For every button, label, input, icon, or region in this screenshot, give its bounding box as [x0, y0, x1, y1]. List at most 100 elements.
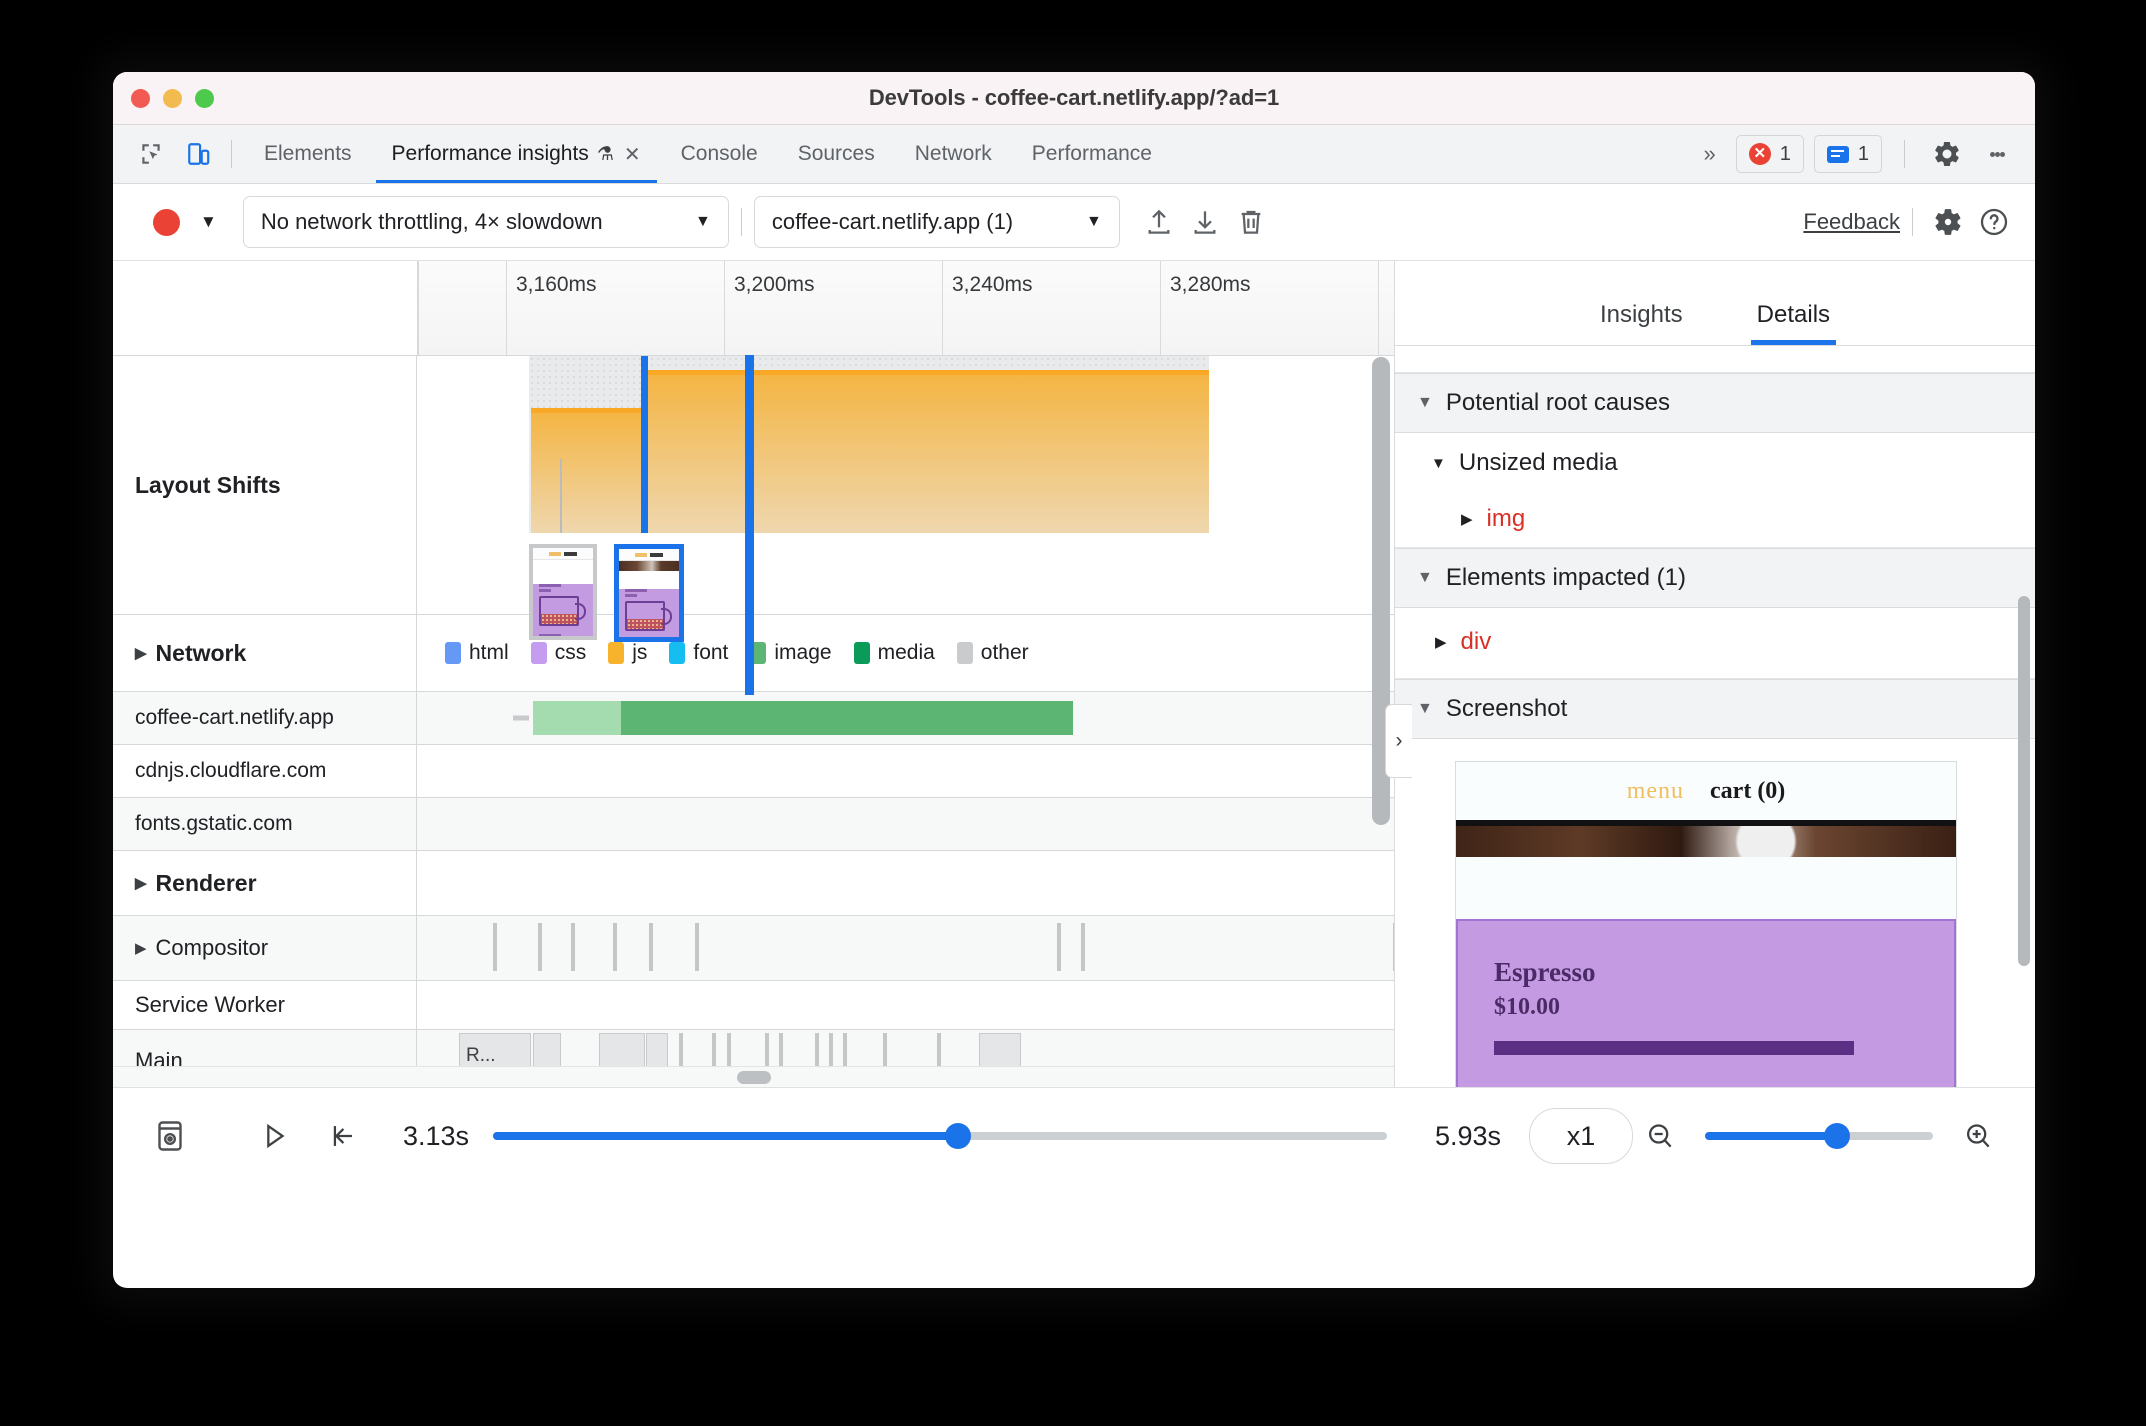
message-count-badge[interactable]: 1 — [1813, 135, 1882, 173]
compositor-event[interactable] — [571, 923, 575, 971]
root-cause-node-img[interactable]: ▶ img — [1395, 493, 2035, 547]
tab-network[interactable]: Network — [895, 125, 1012, 183]
network-request-bar[interactable] — [513, 701, 1073, 735]
root-cause-group-row[interactable]: ▼ Unsized media — [1395, 433, 2035, 493]
track-label-network[interactable]: ▶ Network — [113, 615, 417, 691]
track-lane-compositor[interactable] — [417, 916, 1394, 980]
screenshot-toggle-icon[interactable] — [143, 1109, 197, 1163]
tab-details[interactable]: Details — [1750, 301, 1837, 345]
network-request-row[interactable]: coffee-cart.netlify.app — [113, 692, 1394, 745]
minimize-window-button[interactable] — [163, 89, 182, 108]
section-elements-impacted[interactable]: ▼ Elements impacted (1) — [1395, 548, 2035, 608]
compositor-event[interactable] — [695, 923, 699, 971]
legend-swatch-js — [608, 642, 625, 664]
details-panel-content[interactable]: ▼ Potential root causes ▼ Unsized media … — [1395, 346, 2035, 1087]
network-request-row[interactable]: fonts.gstatic.com — [113, 798, 1394, 851]
sidebar-toggle-button[interactable]: › — [1385, 704, 1412, 778]
layout-shift-bar-1[interactable] — [531, 408, 641, 533]
zoom-in-icon[interactable] — [1951, 1109, 2005, 1163]
preview-product-card: Espresso $10.00 — [1456, 919, 1956, 1087]
jump-to-start-icon[interactable] — [315, 1109, 369, 1163]
chevron-down-icon[interactable]: ▼ — [1417, 569, 1433, 587]
track-label-compositor[interactable]: ▶ Compositor — [113, 916, 417, 980]
chevron-right-icon[interactable]: ▶ — [1435, 633, 1447, 651]
record-button[interactable] — [153, 208, 180, 236]
track-service-worker[interactable]: Service Worker — [113, 981, 1394, 1030]
chevron-right-icon[interactable]: ▶ — [1461, 510, 1473, 528]
tab-elements[interactable]: Elements — [244, 125, 372, 183]
gear-icon[interactable] — [1927, 134, 1967, 174]
tab-insights[interactable]: Insights — [1600, 301, 1683, 345]
track-lane-service-worker[interactable] — [417, 981, 1394, 1029]
tab-performance-insights-label: Performance insights — [391, 142, 589, 165]
timeline-playhead[interactable] — [745, 355, 754, 695]
timeline-vertical-scrollbar[interactable] — [1372, 357, 1390, 857]
network-legend: html css js font image media other — [445, 641, 1029, 665]
track-label-renderer[interactable]: ▶ Renderer — [113, 851, 417, 915]
throttling-select[interactable]: No network throttling, 4× slowdown ▼ — [242, 196, 729, 248]
tab-performance[interactable]: Performance — [1012, 125, 1172, 183]
inspect-element-icon[interactable] — [131, 134, 171, 174]
track-compositor[interactable]: ▶ Compositor — [113, 916, 1394, 981]
timeline-pane[interactable]: 3,160ms 3,200ms 3,240ms 3,280ms Layout S… — [113, 261, 1395, 1087]
trash-icon[interactable] — [1228, 199, 1274, 245]
traffic-light-buttons[interactable] — [131, 89, 214, 108]
breadcrumb-slider-knob[interactable] — [944, 1123, 971, 1149]
maximize-window-button[interactable] — [195, 89, 214, 108]
network-request-row[interactable]: cdnjs.cloudflare.com — [113, 745, 1394, 798]
chevron-down-icon[interactable]: ▼ — [1431, 455, 1446, 472]
impacted-node-tag[interactable]: div — [1461, 628, 1492, 656]
settings-gear-icon[interactable] — [1925, 199, 1971, 245]
chevron-down-icon: ▼ — [1085, 213, 1102, 230]
chevron-down-icon[interactable]: ▼ — [1417, 394, 1433, 412]
compositor-event[interactable] — [613, 923, 617, 971]
section-potential-root-causes[interactable]: ▼ Potential root causes — [1395, 373, 2035, 433]
track-lane-layout-shifts[interactable] — [417, 356, 1394, 642]
play-button[interactable] — [247, 1109, 301, 1163]
chevron-right-icon[interactable]: ▶ — [135, 939, 147, 957]
kebab-menu-icon[interactable] — [1977, 134, 2017, 174]
details-panel-scrollbar[interactable] — [2018, 596, 2030, 966]
screenshot-preview[interactable]: menu cart (0) Espresso $10.00 — [1455, 761, 1957, 1087]
feedback-link[interactable]: Feedback — [1803, 209, 1900, 235]
chevron-down-icon[interactable]: ▼ — [1417, 700, 1433, 718]
track-renderer[interactable]: ▶ Renderer — [113, 851, 1394, 916]
more-tabs-icon[interactable]: » — [1694, 141, 1726, 167]
chevron-right-icon[interactable]: ▶ — [135, 644, 147, 662]
section-screenshot[interactable]: ▼ Screenshot — [1395, 679, 2035, 739]
legend-item-other: other — [956, 641, 1029, 665]
network-request-lane[interactable] — [417, 745, 1394, 797]
timeline-breadcrumb-slider[interactable] — [493, 1123, 1387, 1149]
network-request-lane[interactable] — [417, 798, 1394, 850]
timeline-resize-handle[interactable] — [113, 1066, 1394, 1087]
compositor-event[interactable] — [1081, 923, 1085, 971]
compositor-event[interactable] — [493, 923, 497, 971]
playback-speed-button[interactable]: x1 — [1529, 1108, 1633, 1164]
error-count-badge[interactable]: ✕ 1 — [1735, 135, 1804, 173]
root-cause-node-tag[interactable]: img — [1487, 505, 1526, 533]
impacted-node-div[interactable]: ▶ div — [1395, 608, 2035, 678]
close-window-button[interactable] — [131, 89, 150, 108]
tab-performance-insights[interactable]: Performance insights ⚗ ✕ — [372, 125, 661, 183]
compositor-event[interactable] — [1057, 923, 1061, 971]
download-icon[interactable] — [1182, 199, 1228, 245]
device-toolbar-icon[interactable] — [179, 134, 219, 174]
timeline-resize-grip[interactable] — [736, 1071, 771, 1084]
chevron-right-icon[interactable]: ▶ — [135, 874, 147, 892]
zoom-out-icon[interactable] — [1633, 1109, 1687, 1163]
compositor-event[interactable] — [649, 923, 653, 971]
track-lane-renderer[interactable] — [417, 851, 1394, 915]
upload-icon[interactable] — [1136, 199, 1182, 245]
tab-close-icon[interactable]: ✕ — [624, 142, 641, 167]
screenshot-preview-wrap: menu cart (0) Espresso $10.00 — [1395, 739, 2035, 1087]
network-request-lane[interactable] — [417, 692, 1394, 744]
help-icon[interactable] — [1971, 199, 2017, 245]
zoom-slider-knob[interactable] — [1824, 1123, 1851, 1149]
tab-console[interactable]: Console — [661, 125, 778, 183]
compositor-event[interactable] — [538, 923, 542, 971]
layout-shift-bar-2[interactable] — [645, 370, 1209, 533]
record-options-caret[interactable]: ▼ — [200, 212, 217, 232]
tab-sources[interactable]: Sources — [778, 125, 895, 183]
zoom-slider[interactable] — [1705, 1123, 1933, 1149]
origin-select[interactable]: coffee-cart.netlify.app (1) ▼ — [753, 196, 1120, 248]
